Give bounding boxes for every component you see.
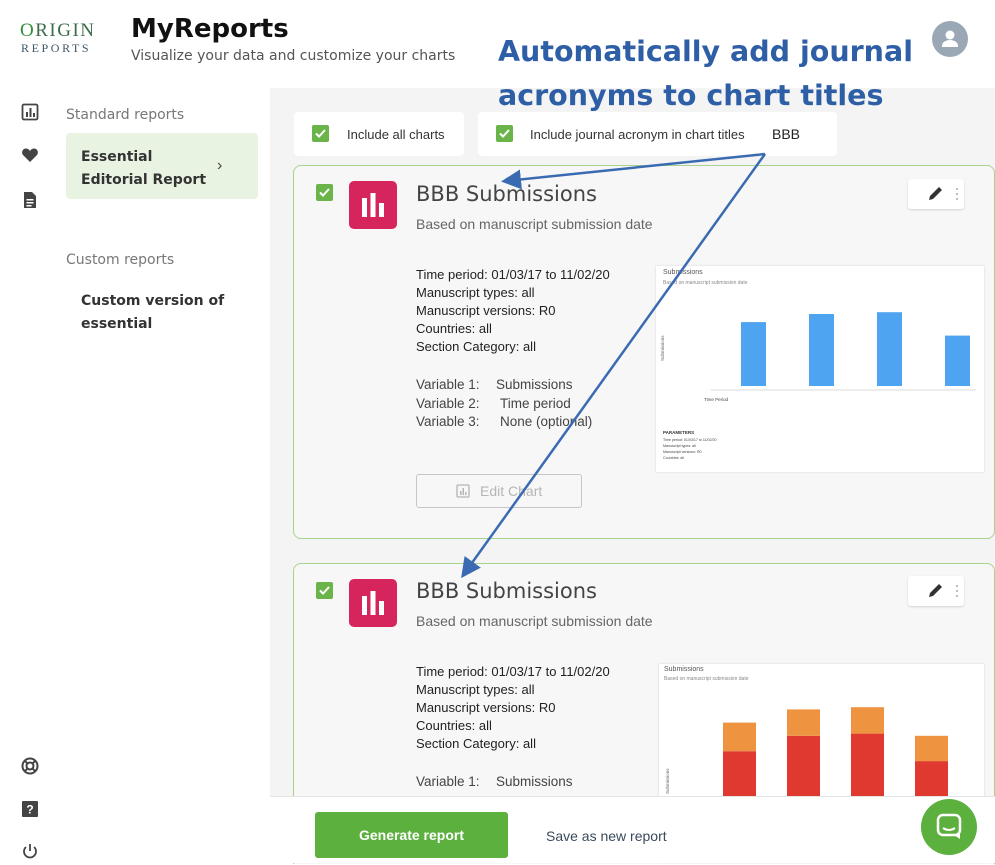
chat-icon[interactable]: [921, 799, 977, 855]
logo: ORIGIN: [20, 20, 96, 42]
param-line: Section Category: all: [416, 339, 536, 354]
power-icon[interactable]: [21, 842, 41, 862]
param-line: Section Category: all: [416, 736, 536, 751]
svg-text:?: ?: [26, 803, 33, 817]
variable-label: Variable 3:: [416, 414, 480, 429]
parameter-list: Time period: 01/03/17 to 11/02/20 Manusc…: [416, 266, 610, 356]
card-title: BBB Submissions: [416, 182, 597, 206]
bar: [945, 335, 970, 386]
stacked-bar-segment: [787, 735, 820, 804]
stacked-bar-segment: [851, 733, 884, 804]
bar-chart-icon: [349, 181, 397, 229]
stacked-bar-segment: [915, 735, 948, 762]
bar-chart-icon: [349, 579, 397, 627]
card-checkbox[interactable]: [316, 582, 333, 599]
help-icon[interactable]: ?: [21, 800, 41, 820]
card-title: BBB Submissions: [416, 579, 597, 603]
include-all-label: Include all charts: [347, 127, 445, 142]
param-line: Countries: all: [416, 321, 492, 336]
parameter-list: Time period: 01/03/17 to 11/02/20 Manusc…: [416, 663, 610, 753]
chart-small-icon: [456, 484, 470, 498]
acronym-label: Include journal acronym in chart titles: [530, 127, 745, 142]
card-subtitle: Based on manuscript submission date: [416, 216, 653, 232]
sidebar-item-custom-version[interactable]: Custom version of essential: [81, 290, 251, 336]
heart-icon[interactable]: [21, 146, 41, 166]
param-line: Manuscript versions: R0: [416, 700, 556, 715]
thumb-ylabel: Submissions: [660, 335, 665, 361]
acronym-checkbox[interactable]: [496, 125, 513, 142]
app-title: MyReports: [131, 14, 289, 44]
chevron-right-icon: ›: [217, 157, 223, 174]
pencil-icon: [929, 584, 958, 597]
variable-value[interactable]: Submissions: [496, 774, 573, 789]
param-line: Manuscript types: all: [416, 285, 535, 300]
acronym-input[interactable]: BBB: [772, 126, 800, 142]
bar: [877, 312, 902, 386]
sidebar-item-label[interactable]: Essential Editorial Report: [81, 146, 211, 192]
edit-chart-button[interactable]: Edit Chart: [416, 474, 582, 508]
param-line: Time period: 01/03/17 to 11/02/20: [416, 267, 610, 282]
standard-reports-heading: Standard reports: [66, 107, 185, 123]
card-subtitle: Based on manuscript submission date: [416, 613, 653, 629]
annotation-callout: Automatically add journal acronyms to ch…: [498, 35, 913, 112]
include-all-checkbox[interactable]: [312, 125, 329, 142]
app-subtitle: Visualize your data and customize your c…: [131, 48, 456, 64]
pencil-icon: [929, 187, 958, 200]
param-line: Manuscript versions: R0: [416, 303, 556, 318]
variable-label: Variable 1:: [416, 774, 480, 789]
edit-chart-label: Edit Chart: [480, 483, 543, 499]
param-line: Countries: all: [416, 718, 492, 733]
bar: [741, 322, 766, 386]
document-icon[interactable]: [21, 191, 41, 211]
custom-reports-heading: Custom reports: [66, 252, 175, 268]
thumb-xlabel: Time Period: [704, 397, 729, 402]
variable-value[interactable]: None (optional): [500, 414, 592, 429]
thumb-param-head: PARAMETERS: [663, 430, 695, 435]
param-line: Time period: 01/03/17 to 11/02/20: [416, 664, 610, 679]
thumb-ylabel: Submissions: [665, 768, 670, 794]
stacked-bar-segment: [851, 707, 884, 734]
chart-nav-icon[interactable]: [21, 103, 41, 123]
edit-icon-box[interactable]: [908, 179, 964, 209]
variable-value[interactable]: Submissions: [496, 377, 573, 392]
param-line: Manuscript types: all: [416, 682, 535, 697]
generate-report-button[interactable]: Generate report: [315, 812, 508, 858]
chart-thumbnail: Submissions Based on manuscript submissi…: [656, 266, 984, 472]
bar: [809, 314, 834, 386]
stacked-bar-segment: [787, 709, 820, 736]
logo-initial: O: [20, 20, 36, 41]
lifebuoy-icon[interactable]: [21, 757, 41, 777]
stacked-bar-segment: [723, 722, 756, 752]
thumb-param-lines: Time period: 01/03/17 to 11/02/20 Manusc…: [663, 437, 717, 461]
card-checkbox[interactable]: [316, 184, 333, 201]
generate-report-label: Generate report: [358, 827, 465, 843]
variable-label: Variable 1:: [416, 377, 480, 392]
variable-label: Variable 2:: [416, 396, 480, 411]
logo-subtitle: REPORTS: [21, 41, 92, 55]
variable-value[interactable]: Time period: [500, 396, 571, 411]
thumb-param-line: Countries: all: [663, 456, 684, 460]
logo-word: RIGIN: [35, 20, 96, 41]
edit-icon-box[interactable]: [908, 576, 964, 606]
save-as-new-report-link[interactable]: Save as new report: [546, 828, 667, 844]
